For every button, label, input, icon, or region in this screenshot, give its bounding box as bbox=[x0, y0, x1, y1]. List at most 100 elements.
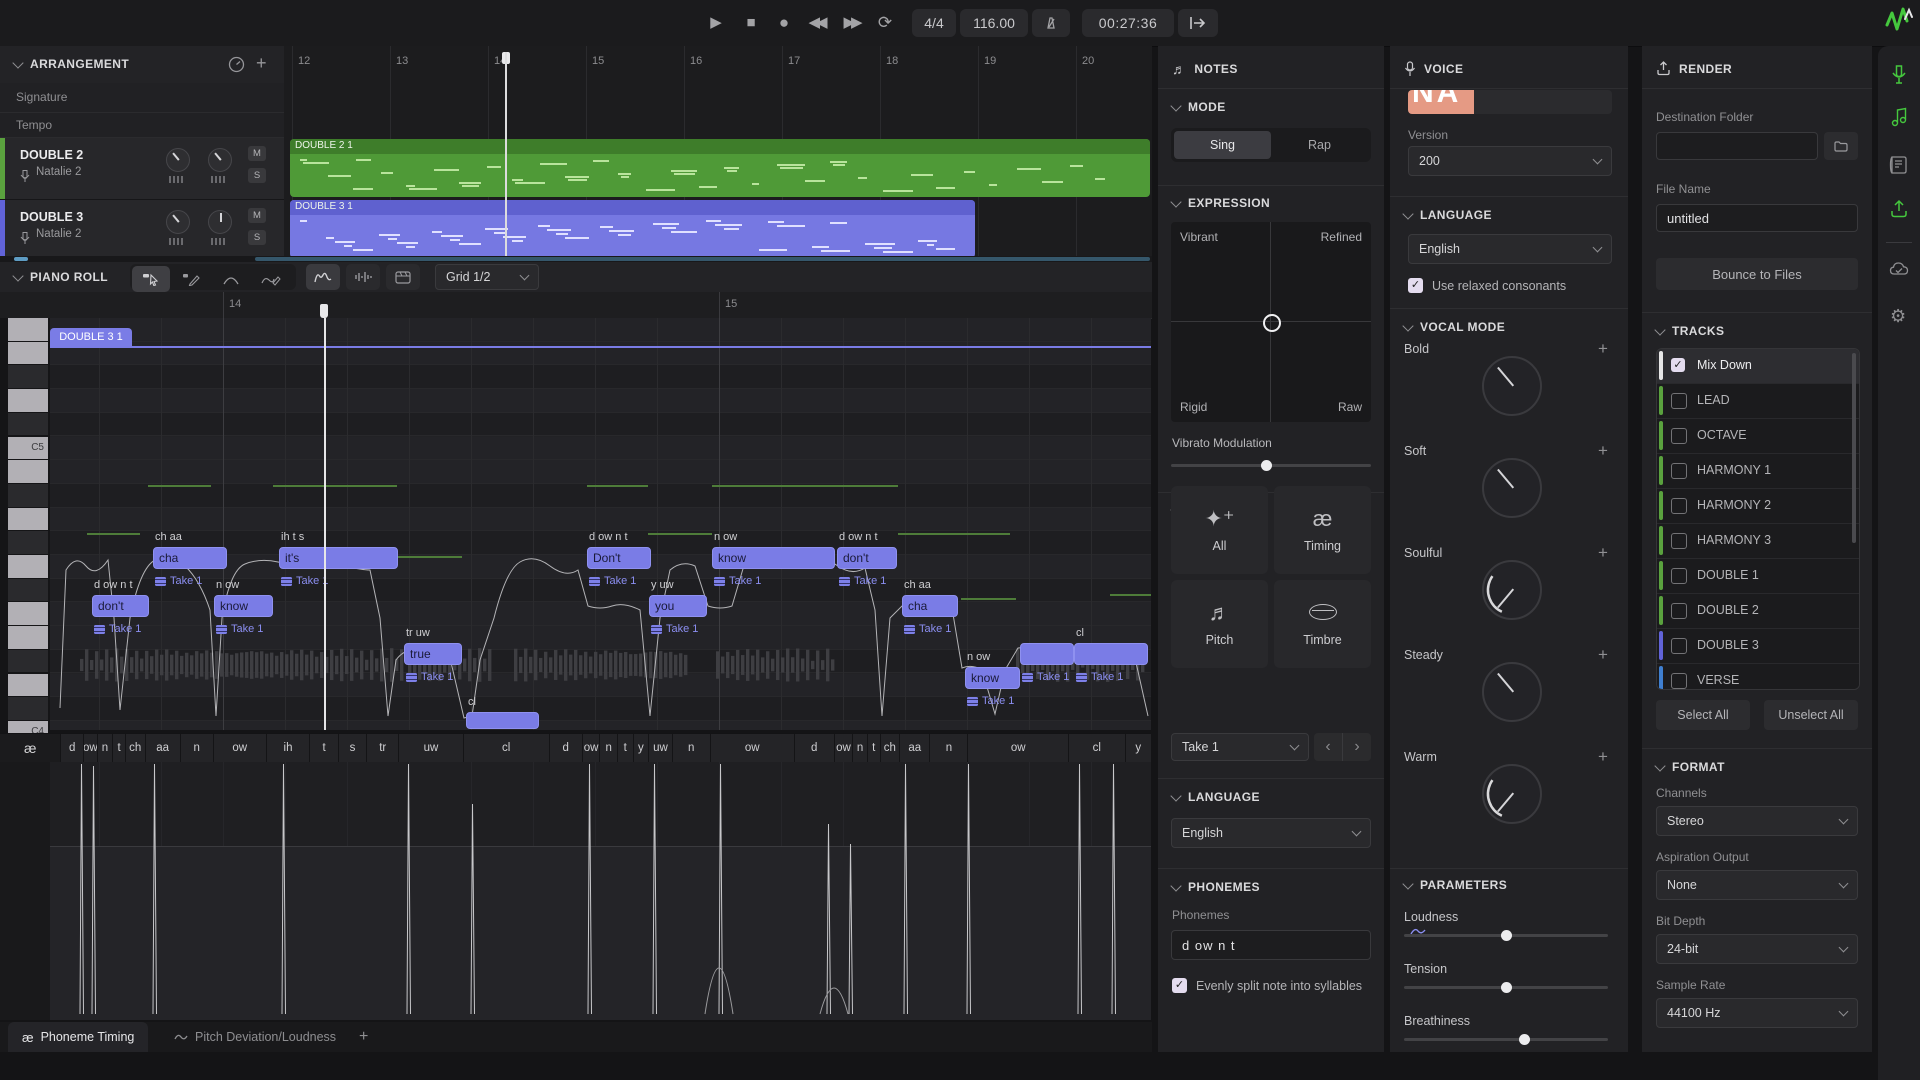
export-icon[interactable] bbox=[1888, 198, 1910, 220]
track-checkbox[interactable]: ✓ bbox=[1671, 358, 1685, 372]
format-field-select[interactable]: 44100 Hz bbox=[1656, 998, 1858, 1028]
loop-icon[interactable]: ⟳ bbox=[872, 0, 898, 46]
phoneme-cell[interactable]: cl bbox=[463, 734, 549, 762]
solo-button[interactable]: S bbox=[248, 168, 266, 183]
take-tag[interactable]: Take 1 bbox=[406, 671, 453, 683]
select-all-button[interactable]: Select All bbox=[1656, 700, 1750, 730]
vibrato-thumb[interactable] bbox=[1261, 460, 1272, 471]
take-tag[interactable]: Take 1 bbox=[1022, 671, 1069, 683]
render-track-row[interactable]: LEAD bbox=[1657, 384, 1859, 419]
metronome-settings-icon[interactable] bbox=[228, 56, 245, 73]
take-tag[interactable]: Take 1 bbox=[839, 575, 886, 587]
phoneme-cell[interactable]: d bbox=[794, 734, 834, 762]
track-checkbox[interactable] bbox=[1671, 638, 1687, 654]
piano-key[interactable] bbox=[8, 650, 48, 673]
phoneme-cell[interactable]: tr bbox=[366, 734, 398, 762]
settings-icon[interactable]: ⚙ bbox=[1888, 304, 1910, 326]
phoneme-cell[interactable]: ow bbox=[582, 734, 600, 762]
piano-key[interactable] bbox=[8, 484, 48, 507]
piano-key[interactable] bbox=[8, 674, 48, 697]
phoneme-cell[interactable]: t bbox=[112, 734, 125, 762]
take-tag[interactable]: Take 1 bbox=[714, 575, 761, 587]
unselect-all-button[interactable]: Unselect All bbox=[1764, 700, 1858, 730]
track-checkbox[interactable] bbox=[1671, 393, 1687, 409]
piano-key[interactable] bbox=[8, 318, 48, 341]
take-tag[interactable]: Take 1 bbox=[94, 623, 141, 635]
collapse-icon[interactable] bbox=[1402, 320, 1413, 331]
render-track-row[interactable]: VERSE bbox=[1657, 664, 1859, 690]
phoneme-cell[interactable]: n bbox=[672, 734, 710, 762]
piano-key[interactable] bbox=[8, 626, 48, 649]
pitch-curve-toggle[interactable] bbox=[306, 264, 340, 290]
collapse-icon[interactable] bbox=[1170, 880, 1181, 891]
note-language-select[interactable]: English bbox=[1171, 818, 1371, 848]
piano-note[interactable]: cha bbox=[902, 595, 958, 617]
phoneme-cell[interactable]: d bbox=[60, 734, 82, 762]
piano-note[interactable]: know bbox=[965, 667, 1020, 689]
render-track-row[interactable]: DOUBLE 1 bbox=[1657, 559, 1859, 594]
piano-key[interactable] bbox=[8, 579, 48, 602]
phoneme-cell[interactable]: n bbox=[180, 734, 213, 762]
phoneme-cell[interactable]: y bbox=[633, 734, 649, 762]
record-button[interactable]: ● bbox=[771, 0, 797, 46]
phoneme-cell[interactable]: n bbox=[599, 734, 617, 762]
piano-note[interactable]: it's bbox=[279, 547, 398, 569]
phoneme-cell[interactable]: y bbox=[1125, 734, 1151, 762]
take-tag[interactable]: Take 1 bbox=[589, 575, 636, 587]
render-track-row[interactable]: HARMONY 3 bbox=[1657, 524, 1859, 559]
arrangement-track-header[interactable]: DOUBLE 2Natalie 2MS bbox=[0, 138, 284, 200]
piano-key[interactable] bbox=[8, 508, 48, 531]
take-select[interactable]: Take 1 bbox=[1171, 733, 1309, 761]
music-note-icon[interactable] bbox=[1888, 106, 1910, 128]
parameter-thumb[interactable] bbox=[1519, 1034, 1530, 1045]
phoneme-cell[interactable]: ih bbox=[266, 734, 310, 762]
piano-note[interactable]: Don't bbox=[587, 547, 651, 569]
render-track-row[interactable]: DOUBLE 3 bbox=[1657, 629, 1859, 664]
waveform-toggle[interactable] bbox=[346, 264, 380, 290]
piano-keys[interactable]: C5C4 bbox=[0, 318, 50, 730]
phoneme-cell[interactable]: cl bbox=[1068, 734, 1125, 762]
phoneme-cell[interactable]: ch bbox=[125, 734, 145, 762]
piano-key[interactable] bbox=[8, 460, 48, 483]
piano-note[interactable]: don't bbox=[92, 595, 149, 617]
arrangement-clip[interactable]: DOUBLE 2 1 bbox=[290, 139, 1150, 197]
prev-take-button[interactable]: ‹ bbox=[1314, 733, 1343, 761]
time-display[interactable]: 00:27:36 bbox=[1082, 9, 1174, 37]
tempo-row[interactable]: Tempo bbox=[0, 113, 284, 138]
track-checkbox[interactable] bbox=[1671, 428, 1687, 444]
piano-note[interactable]: know bbox=[214, 595, 273, 617]
take-tag[interactable]: Take 1 bbox=[281, 575, 328, 587]
phoneme-cell[interactable]: n bbox=[929, 734, 967, 762]
bounce-button[interactable]: Bounce to Files bbox=[1656, 258, 1858, 290]
phoneme-cell[interactable]: ow bbox=[710, 734, 794, 762]
piano-note[interactable] bbox=[1020, 643, 1074, 665]
add-vocal-mode-icon[interactable]: + bbox=[1598, 543, 1608, 563]
scrollbar-thumb[interactable] bbox=[255, 257, 1150, 261]
vocal-mode-knob[interactable] bbox=[1482, 764, 1542, 824]
add-track-icon[interactable]: + bbox=[256, 53, 267, 74]
next-take-button[interactable]: › bbox=[1343, 733, 1371, 761]
track-knob[interactable] bbox=[166, 210, 190, 234]
retake-tile-all[interactable]: ✦⁺All bbox=[1171, 486, 1268, 574]
phoneme-cell[interactable]: ow bbox=[213, 734, 266, 762]
retake-tile-pitch[interactable]: ♬Pitch bbox=[1171, 580, 1268, 668]
track-list-scrollbar[interactable] bbox=[1852, 353, 1856, 543]
render-track-row[interactable]: DOUBLE 2 bbox=[1657, 594, 1859, 629]
phoneme-cell[interactable]: aa bbox=[145, 734, 180, 762]
take-tag[interactable]: Take 1 bbox=[967, 695, 1014, 707]
collapse-icon[interactable] bbox=[12, 270, 23, 281]
phoneme-cell[interactable]: uw bbox=[398, 734, 462, 762]
curve-draw-tool[interactable] bbox=[252, 266, 290, 292]
phoneme-cell[interactable]: s bbox=[338, 734, 366, 762]
phoneme-cell[interactable]: d bbox=[549, 734, 582, 762]
split-syllables-checkbox[interactable]: ✓ bbox=[1172, 978, 1187, 993]
parameter-thumb[interactable] bbox=[1501, 982, 1512, 993]
add-vocal-mode-icon[interactable]: + bbox=[1598, 747, 1608, 767]
takes-panel-toggle[interactable] bbox=[386, 264, 420, 290]
parameter-slider[interactable] bbox=[1404, 934, 1608, 937]
piano-roll-playhead-handle[interactable] bbox=[320, 304, 328, 318]
grid-select[interactable]: Grid 1/2 bbox=[435, 264, 539, 290]
piano-note[interactable] bbox=[466, 712, 539, 729]
retake-tile-timing[interactable]: æTiming bbox=[1274, 486, 1371, 574]
curve-tool[interactable] bbox=[212, 266, 250, 292]
